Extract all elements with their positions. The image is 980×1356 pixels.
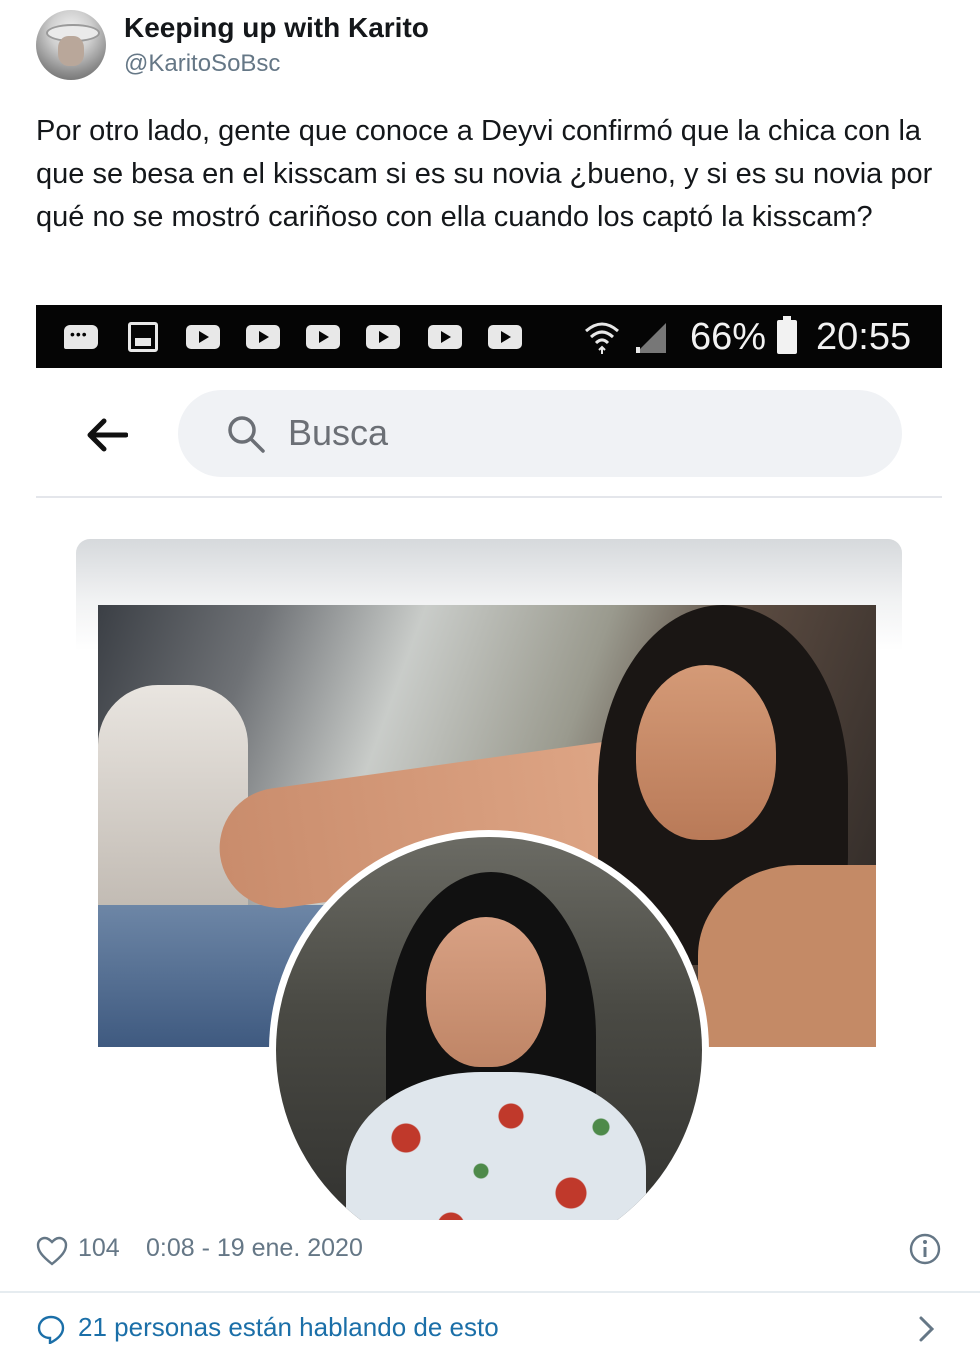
like-count[interactable]: 104 xyxy=(78,1234,120,1263)
tweet-timestamp[interactable]: 0:08 - 19 ene. 2020 xyxy=(146,1234,363,1263)
divider xyxy=(36,496,942,498)
conversation-link[interactable]: 21 personas están hablando de esto xyxy=(36,1308,946,1350)
image-icon xyxy=(128,322,158,352)
cover-shoulder xyxy=(698,865,876,1047)
tweet-actions: 104 0:08 - 19 ene. 2020 xyxy=(36,1232,946,1272)
youtube-icon xyxy=(366,325,400,349)
search-icon xyxy=(228,416,265,453)
youtube-icon xyxy=(306,325,340,349)
conversation-link-text[interactable]: 21 personas están hablando de esto xyxy=(78,1312,499,1343)
cover-face xyxy=(636,665,776,840)
battery-icon xyxy=(777,316,797,354)
user-handle[interactable]: @KaritoSoBsc xyxy=(124,50,280,78)
youtube-icon xyxy=(488,325,522,349)
speech-bubble-icon xyxy=(37,1315,65,1344)
profile-face xyxy=(426,917,546,1067)
status-bar: 66% 20:55 xyxy=(36,305,942,368)
embedded-screenshot[interactable]: 66% 20:55 Busca xyxy=(36,305,942,1220)
back-arrow-icon[interactable] xyxy=(84,415,128,455)
avatar[interactable] xyxy=(36,10,106,80)
tweet-text: Por otro lado, gente que conoce a Deyvi … xyxy=(36,115,933,233)
search-placeholder: Busca xyxy=(288,412,389,453)
info-icon[interactable] xyxy=(908,1232,942,1266)
youtube-icon xyxy=(428,325,462,349)
youtube-icon xyxy=(186,325,220,349)
chevron-right-icon[interactable] xyxy=(918,1314,936,1344)
display-name[interactable]: Keeping up with Karito xyxy=(124,12,429,44)
status-clock: 20:55 xyxy=(816,316,912,358)
cover-bag xyxy=(98,685,248,935)
divider xyxy=(0,1291,980,1293)
heart-icon[interactable] xyxy=(36,1236,68,1266)
avatar-face xyxy=(58,36,84,66)
message-icon xyxy=(64,325,98,349)
search-input[interactable]: Busca xyxy=(178,390,902,477)
youtube-icon xyxy=(246,325,280,349)
signal-icon xyxy=(636,323,666,353)
battery-percent: 66% xyxy=(690,316,767,358)
wifi-icon xyxy=(585,322,619,354)
